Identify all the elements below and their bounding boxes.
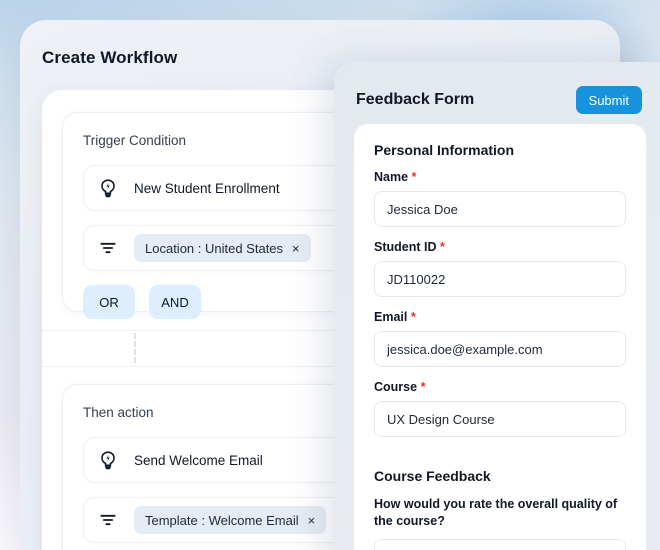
- feedback-form-header: Feedback Form Submit: [356, 84, 642, 116]
- trigger-filter-chip-label: Location : United States: [145, 240, 284, 256]
- submit-button[interactable]: Submit: [575, 86, 642, 114]
- page-title: Create Workflow: [42, 48, 178, 67]
- required-marker: *: [420, 380, 426, 394]
- email-field-label: Email *: [374, 310, 626, 324]
- workflow-connector-line: [134, 333, 136, 363]
- trigger-event-label: New Student Enrollment: [134, 180, 280, 196]
- trigger-condition-label: Trigger Condition: [83, 133, 187, 148]
- student-id-label-text: Student ID: [374, 240, 437, 254]
- close-icon[interactable]: ×: [308, 514, 316, 527]
- filter-icon: [98, 510, 118, 530]
- action-bolt-pin-icon: [98, 450, 118, 470]
- required-marker: *: [411, 170, 417, 184]
- and-button[interactable]: AND: [149, 285, 201, 319]
- name-input[interactable]: [374, 191, 626, 227]
- email-label-text: Email: [374, 310, 408, 324]
- trigger-bolt-pin-icon: [98, 178, 118, 198]
- action-event-label: Send Welcome Email: [134, 452, 263, 468]
- or-button[interactable]: OR: [83, 285, 135, 319]
- student-id-field-label: Student ID *: [374, 240, 626, 254]
- personal-information-heading: Personal Information: [374, 142, 515, 158]
- course-input[interactable]: [374, 401, 626, 437]
- feedback-form-panel: Feedback Form Submit Personal Informatio…: [334, 62, 660, 550]
- logic-operator-group: OR AND: [83, 285, 201, 319]
- email-input[interactable]: [374, 331, 626, 367]
- required-marker: *: [439, 240, 445, 254]
- action-template-chip-label: Template : Welcome Email: [145, 512, 299, 528]
- then-action-label: Then action: [83, 405, 154, 420]
- filter-icon: [98, 238, 118, 258]
- course-quality-question: How would you rate the overall quality o…: [374, 497, 618, 528]
- student-id-input[interactable]: [374, 261, 626, 297]
- course-quality-rating-input[interactable]: [374, 538, 626, 550]
- course-field-label: Course *: [374, 380, 626, 394]
- course-label-text: Course: [374, 380, 418, 394]
- required-marker: *: [410, 310, 416, 324]
- name-label-text: Name: [374, 170, 409, 184]
- name-field-label: Name *: [374, 170, 626, 184]
- app-canvas: Create Workflow Trigger Condition New St…: [0, 0, 660, 550]
- feedback-form-card: Personal Information Name * Student ID *…: [354, 124, 646, 550]
- close-icon[interactable]: ×: [292, 242, 300, 255]
- feedback-form-title: Feedback Form: [356, 91, 475, 108]
- trigger-filter-chip[interactable]: Location : United States ×: [134, 234, 311, 262]
- course-feedback-heading: Course Feedback: [374, 468, 491, 484]
- action-template-chip[interactable]: Template : Welcome Email ×: [134, 506, 327, 534]
